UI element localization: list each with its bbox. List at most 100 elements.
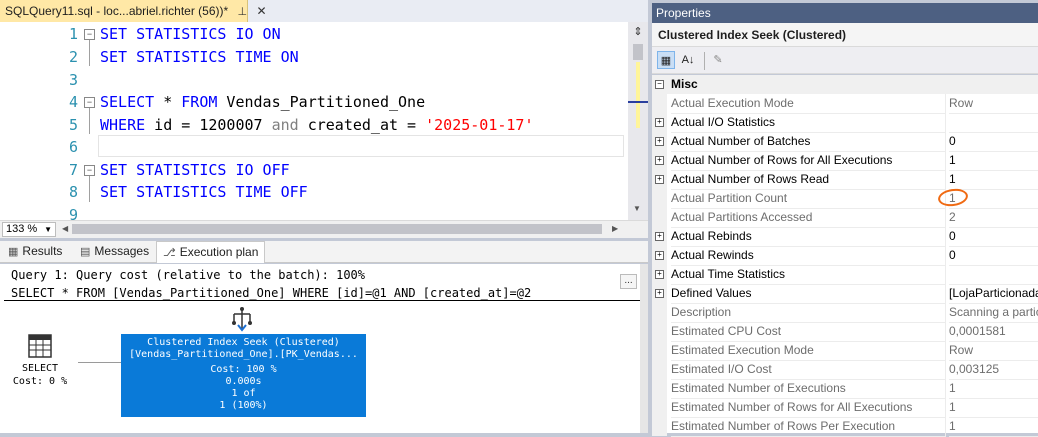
property-value[interactable]: 1 — [949, 151, 1038, 171]
seek-node-rows: 1 of — [231, 388, 256, 399]
property-value[interactable]: Scanning a partic — [949, 303, 1038, 323]
zoom-select[interactable]: 133 % ▼ — [2, 222, 56, 237]
collapse-region-icon[interactable]: − — [84, 97, 95, 108]
property-value[interactable]: 1 — [949, 379, 1038, 399]
row-gutter — [652, 208, 667, 227]
fold-guide — [89, 176, 90, 202]
data-flow-arrow — [78, 362, 122, 363]
expand-icon[interactable]: + — [655, 251, 664, 260]
property-value[interactable]: 1 — [949, 398, 1038, 418]
property-row[interactable]: Description Scanning a partic — [652, 303, 1038, 323]
tab-messages[interactable]: ▤ Messages — [80, 241, 149, 262]
zoom-value: 133 % — [6, 223, 38, 235]
property-row[interactable]: + Actual Rebinds 0 — [652, 227, 1038, 247]
property-value[interactable]: [LojaParticionada — [949, 284, 1038, 304]
alphabetical-sort-icon[interactable]: A↓ — [679, 51, 697, 69]
collapse-icon[interactable]: − — [655, 80, 664, 89]
wrench-icon[interactable]: ✎ — [709, 51, 727, 69]
property-value[interactable]: 1 — [949, 170, 1038, 190]
property-value[interactable]: Row — [949, 341, 1038, 361]
row-gutter — [652, 303, 667, 322]
select-node-label: SELECT Cost: 0 % — [0, 362, 80, 388]
tab-results[interactable]: ▦ Results — [8, 241, 62, 262]
operator: and — [271, 116, 299, 134]
editor-vertical-scrollbar[interactable]: ⇕ ▼ — [628, 22, 648, 220]
property-value[interactable]: 0 — [949, 227, 1038, 247]
seek-node-object: [Vendas_Partitioned_One].[PK_Vendas... — [129, 349, 358, 360]
expand-icon[interactable]: + — [655, 118, 664, 127]
close-tab-icon[interactable]: ✕ — [256, 0, 266, 22]
property-value[interactable]: 0 — [949, 132, 1038, 152]
scroll-left-icon[interactable]: ◀ — [62, 224, 68, 233]
plan-vertical-scrollbar[interactable] — [640, 264, 648, 433]
property-row[interactable]: Estimated Execution Mode Row — [652, 341, 1038, 361]
show-query-text-button[interactable]: ... — [620, 274, 637, 289]
category-label: Misc — [671, 77, 698, 91]
row-gutter — [652, 360, 667, 379]
tab-label: Results — [22, 244, 63, 258]
tab-execution-plan[interactable]: ⎇ Execution plan — [156, 241, 266, 263]
query-cost-header: Query 1: Query cost (relative to the bat… — [11, 268, 366, 282]
split-editor-icon[interactable]: ⇕ — [632, 25, 644, 38]
property-value[interactable]: 0,003125 — [949, 360, 1038, 380]
property-row[interactable]: Estimated Number of Rows Per Execution 1 — [652, 417, 1038, 437]
code-line-4: SELECT * FROM Vendas_Partitioned_One — [100, 93, 425, 111]
query-text: SELECT * FROM [Vendas_Partitioned_One] W… — [11, 286, 532, 300]
fold-guide — [89, 40, 90, 66]
property-row[interactable]: + Actual Number of Batches 0 — [652, 132, 1038, 152]
property-row[interactable]: + Actual I/O Statistics — [652, 113, 1038, 133]
scroll-thumb[interactable] — [633, 44, 643, 60]
clustered-index-seek-node[interactable]: Clustered Index Seek (Clustered) [Vendas… — [121, 334, 366, 417]
expand-icon[interactable]: + — [655, 270, 664, 279]
collapse-region-icon[interactable]: − — [84, 29, 95, 40]
property-row[interactable]: + Actual Number of Rows for All Execution… — [652, 151, 1038, 171]
property-row[interactable]: Estimated CPU Cost 0,0001581 — [652, 322, 1038, 342]
plan-separator — [4, 300, 640, 301]
expand-icon[interactable]: + — [655, 137, 664, 146]
property-value[interactable]: 2 — [949, 208, 1038, 228]
property-row[interactable]: + Defined Values [LojaParticionada — [652, 284, 1038, 304]
code-text: * — [154, 93, 182, 111]
scroll-right-icon[interactable]: ▶ — [612, 224, 618, 233]
editor-document-tab[interactable]: SQLQuery11.sql - loc...abriel.richter (5… — [0, 0, 267, 23]
property-value[interactable]: 0,0001581 — [949, 322, 1038, 342]
property-row[interactable]: + Actual Rewinds 0 — [652, 246, 1038, 266]
property-value[interactable] — [949, 265, 1038, 285]
property-row[interactable]: + Actual Number of Rows Read 1 — [652, 170, 1038, 190]
categorized-icon[interactable]: ▦ — [657, 51, 675, 69]
property-row[interactable]: Estimated Number of Executions 1 — [652, 379, 1038, 399]
seek-node-time: 0.000s — [225, 376, 262, 387]
property-name: Actual Rewinds — [671, 246, 946, 266]
property-row[interactable]: Estimated I/O Cost 0,003125 — [652, 360, 1038, 380]
expand-icon[interactable]: + — [655, 289, 664, 298]
property-value[interactable]: Row — [949, 94, 1038, 114]
change-marker — [636, 62, 640, 128]
property-value[interactable] — [949, 113, 1038, 133]
scroll-down-icon[interactable]: ▼ — [633, 204, 643, 213]
pin-icon[interactable]: ⊥ — [238, 1, 248, 23]
code-line-8: SET STATISTICS TIME OFF — [100, 183, 308, 201]
property-value[interactable]: 0 — [949, 246, 1038, 266]
property-row[interactable]: Estimated Number of Rows for All Executi… — [652, 398, 1038, 418]
collapse-region-icon[interactable]: − — [84, 165, 95, 176]
tab-label: Execution plan — [179, 245, 259, 259]
property-value[interactable]: 1 — [949, 417, 1038, 437]
expand-icon[interactable]: + — [655, 232, 664, 241]
property-row[interactable]: Actual Partitions Accessed 2 — [652, 208, 1038, 228]
property-row[interactable]: + Actual Time Statistics — [652, 265, 1038, 285]
property-name: Defined Values — [671, 284, 946, 304]
line-number: 5 — [68, 116, 78, 134]
select-operator-icon[interactable] — [27, 333, 53, 359]
code-line-1: SET STATISTICS IO ON — [100, 25, 281, 43]
property-name: Actual Partitions Accessed — [671, 208, 946, 228]
expand-icon[interactable]: + — [655, 156, 664, 165]
property-row[interactable]: Actual Partition Count 1 — [652, 189, 1038, 209]
expand-icon[interactable]: + — [655, 175, 664, 184]
sql-editor[interactable]: 1 2 3 4 5 6 7 8 9 − − − SET STATISTICS I… — [0, 22, 628, 224]
keyword: WHERE — [100, 116, 146, 134]
clustered-index-seek-icon[interactable] — [228, 306, 256, 332]
property-category-misc[interactable]: − Misc — [652, 75, 1038, 94]
row-gutter: + — [652, 113, 667, 132]
horizontal-scroll-thumb[interactable] — [72, 224, 602, 234]
property-row[interactable]: Actual Execution Mode Row — [652, 94, 1038, 114]
